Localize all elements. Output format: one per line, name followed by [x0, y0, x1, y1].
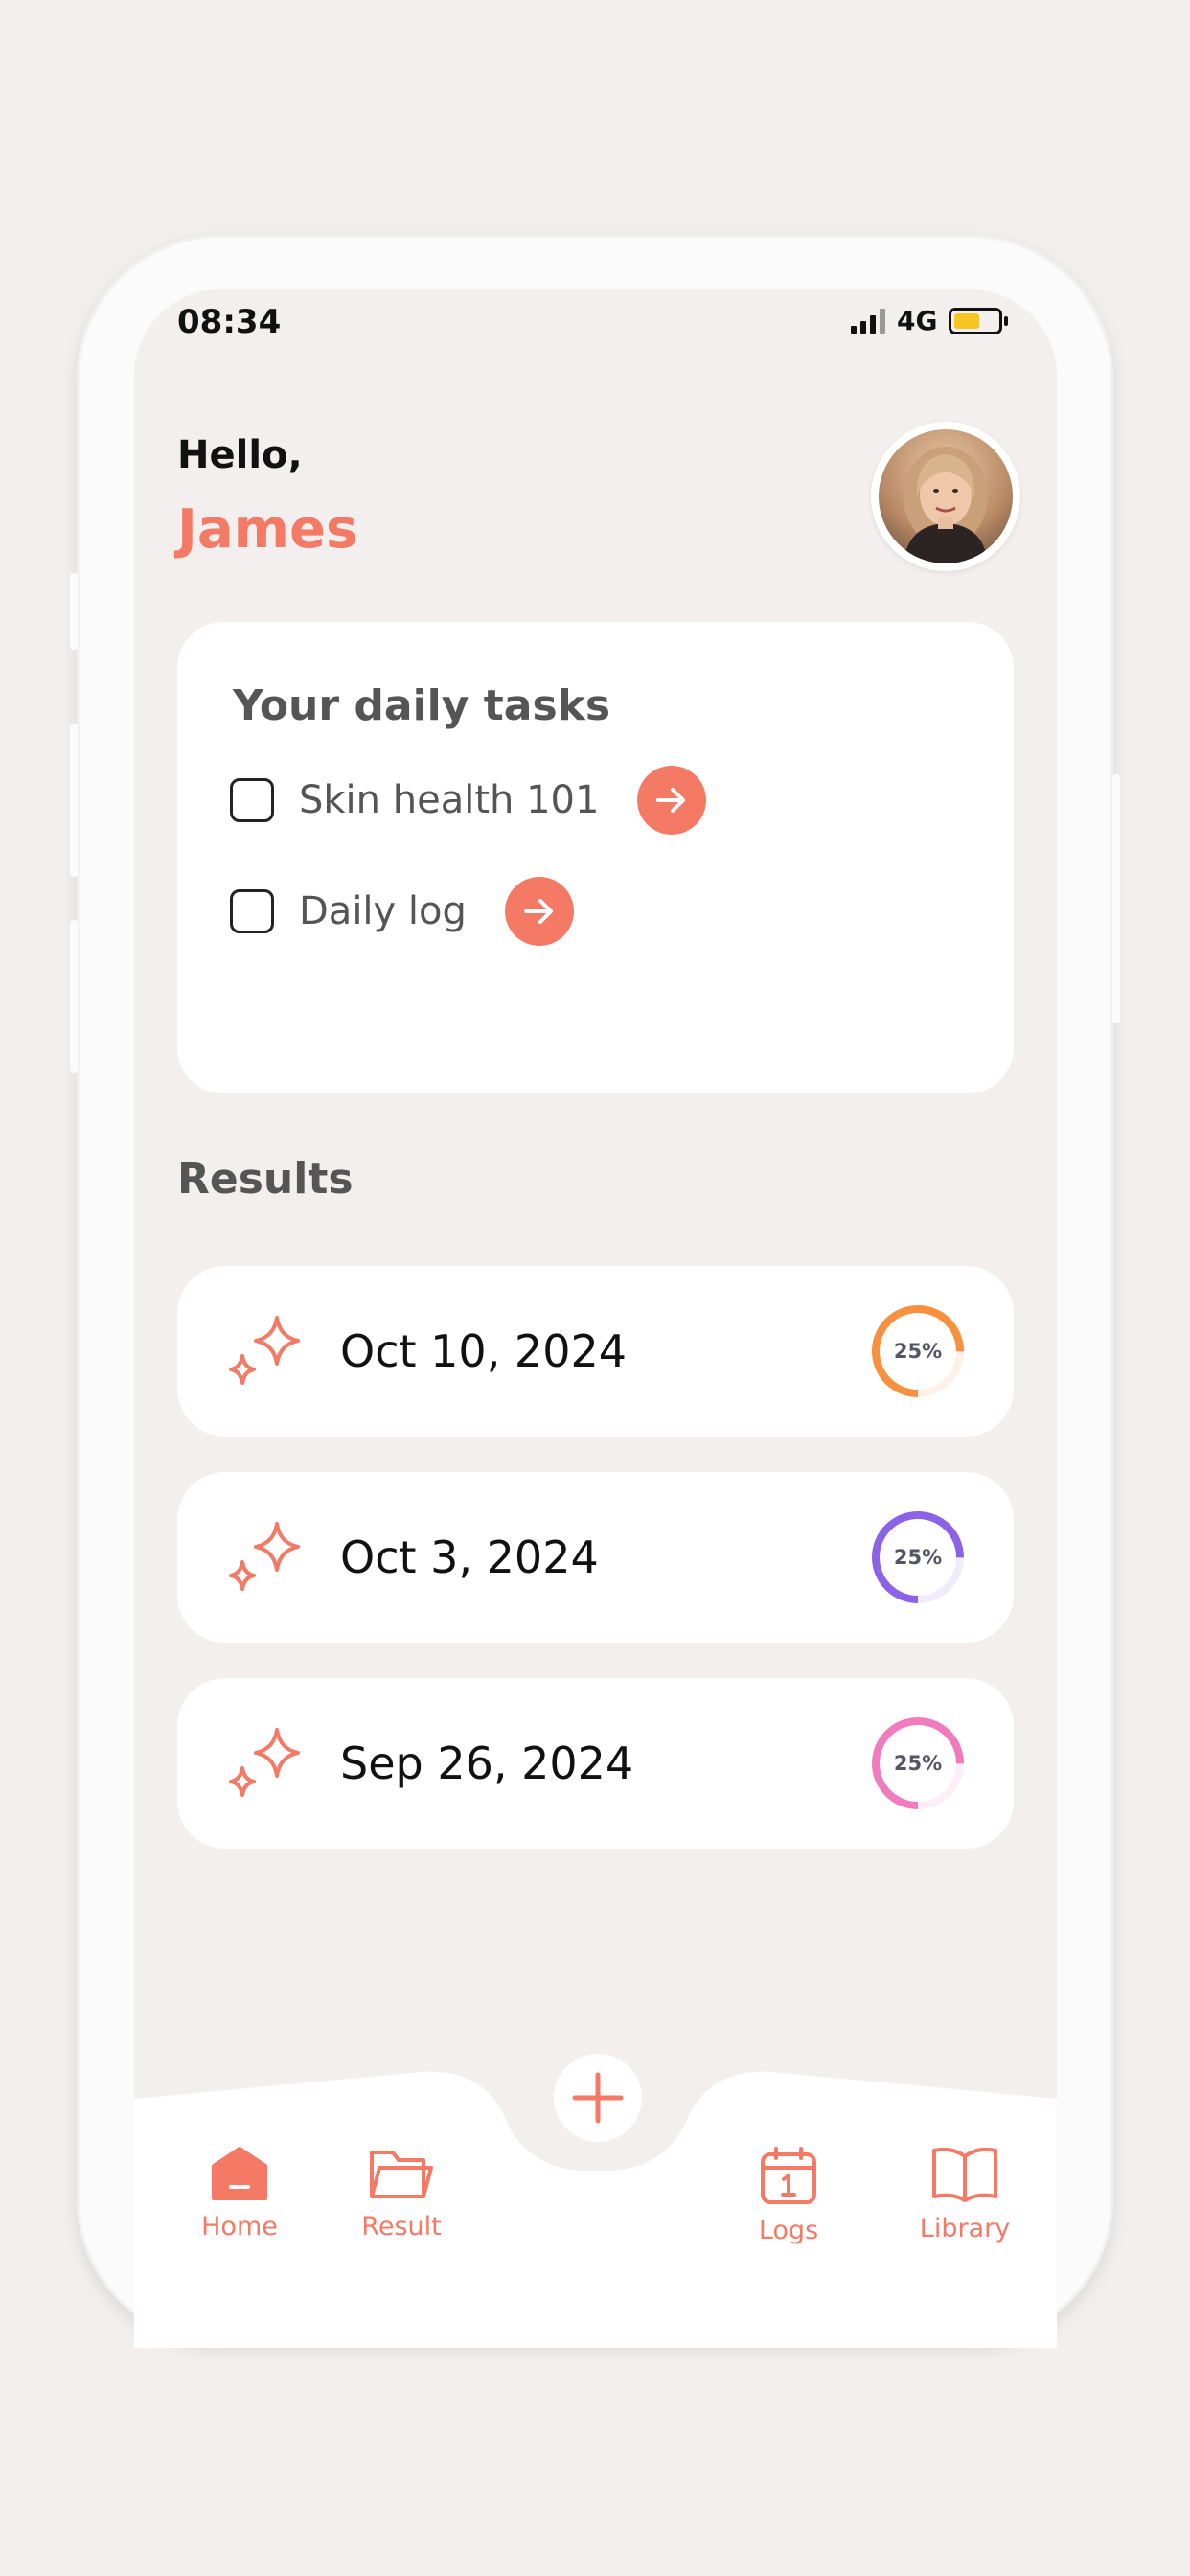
task-item: Skin health 101 [230, 766, 707, 835]
home-icon [212, 2147, 267, 2200]
status-time: 08:34 [177, 303, 282, 341]
calendar-icon [761, 2147, 816, 2204]
signal-icon [851, 308, 885, 334]
daily-tasks-title: Your daily tasks [233, 681, 611, 730]
nav-item-library[interactable]: Library [898, 2145, 1032, 2243]
nav-item-home[interactable]: Home [172, 2145, 307, 2242]
greeting-name: James [177, 498, 358, 561]
progress-label: 25% [893, 1340, 943, 1363]
avatar[interactable] [871, 422, 1020, 571]
nav-label: Result [361, 2212, 442, 2242]
phone-side-button [70, 920, 78, 1073]
result-date: Oct 3, 2024 [340, 1531, 599, 1583]
sparkles-icon [229, 1728, 300, 1797]
progress-label: 25% [893, 1546, 943, 1569]
arrow-right-icon [656, 788, 686, 813]
result-card[interactable]: Oct 3, 2024 25% [177, 1472, 1014, 1643]
network-label: 4G [897, 305, 938, 336]
results-title: Results [177, 1155, 354, 1204]
phone-side-button [70, 724, 78, 877]
nav-label: Library [919, 2214, 1011, 2243]
phone-side-button [70, 573, 78, 650]
nav-item-result[interactable]: Result [334, 2145, 469, 2242]
add-button[interactable] [554, 2054, 642, 2142]
task-open-button[interactable] [504, 877, 574, 946]
nav-label: Home [201, 2212, 278, 2242]
book-icon [932, 2147, 997, 2202]
result-card[interactable]: Sep 26, 2024 25% [177, 1678, 1014, 1849]
sparkles-icon [229, 1316, 300, 1385]
daily-tasks-card: Your daily tasks Skin health 101 Daily l… [177, 622, 1014, 1093]
task-checkbox[interactable] [230, 889, 274, 933]
avatar-photo [879, 429, 1013, 564]
nav-label: Logs [758, 2216, 819, 2245]
arrow-right-icon [523, 899, 553, 924]
nav-item-logs[interactable]: Logs [721, 2145, 856, 2245]
status-icons: 4G [851, 305, 1009, 336]
result-card[interactable]: Oct 10, 2024 25% [177, 1266, 1014, 1437]
greeting-hello: Hello, [177, 433, 303, 477]
task-item: Daily log [230, 877, 574, 946]
result-date: Oct 10, 2024 [340, 1325, 627, 1377]
battery-icon [949, 307, 1009, 334]
task-label: Skin health 101 [299, 778, 600, 822]
task-label: Daily log [299, 889, 467, 933]
task-checkbox[interactable] [230, 778, 274, 822]
plus-icon [572, 2072, 624, 2124]
sparkles-icon [229, 1522, 300, 1591]
result-date: Sep 26, 2024 [340, 1737, 634, 1789]
phone-side-button [1112, 774, 1120, 1024]
task-open-button[interactable] [637, 766, 707, 835]
progress-label: 25% [893, 1752, 943, 1775]
folder-icon [370, 2150, 433, 2198]
